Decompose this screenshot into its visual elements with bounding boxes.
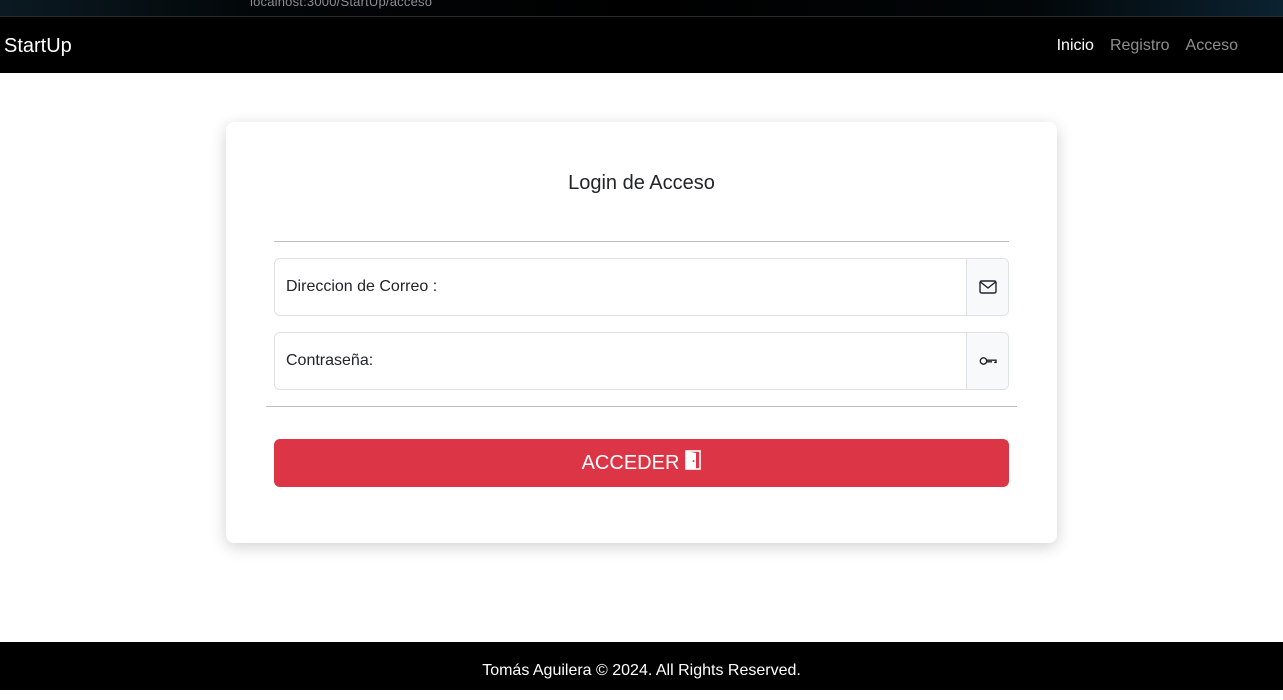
browser-strip: localhost:3000/StartUp/acceso [0,0,1283,16]
email-input-group [274,258,1009,316]
password-field[interactable] [275,333,966,389]
door-icon [685,450,702,476]
nav-link-inicio[interactable]: Inicio [1057,37,1094,55]
nav-link-acceso[interactable]: Acceso [1186,37,1238,55]
acceder-button[interactable]: ACCEDER [274,439,1009,487]
divider-bottom [266,406,1017,407]
navbar: StartUp Inicio Registro Acceso [0,16,1283,73]
key-icon [966,333,1008,389]
email-field[interactable] [275,259,966,315]
divider-top [274,241,1009,242]
envelope-icon [966,259,1008,315]
brand-link[interactable]: StartUp [4,35,72,58]
footer: Tomás Aguilera © 2024. All Rights Reserv… [0,642,1283,690]
login-title: Login de Acceso [568,172,715,194]
acceder-button-label: ACCEDER [581,451,680,474]
footer-text: Tomás Aguilera © 2024. All Rights Reserv… [482,662,801,679]
nav-link-registro[interactable]: Registro [1110,37,1170,55]
password-input-group [274,332,1009,390]
address-bar-url[interactable]: localhost:3000/StartUp/acceso [250,0,432,9]
login-card: Login de Acceso ACCEDER [226,122,1057,543]
nav-links: Inicio Registro Acceso [1057,37,1238,55]
